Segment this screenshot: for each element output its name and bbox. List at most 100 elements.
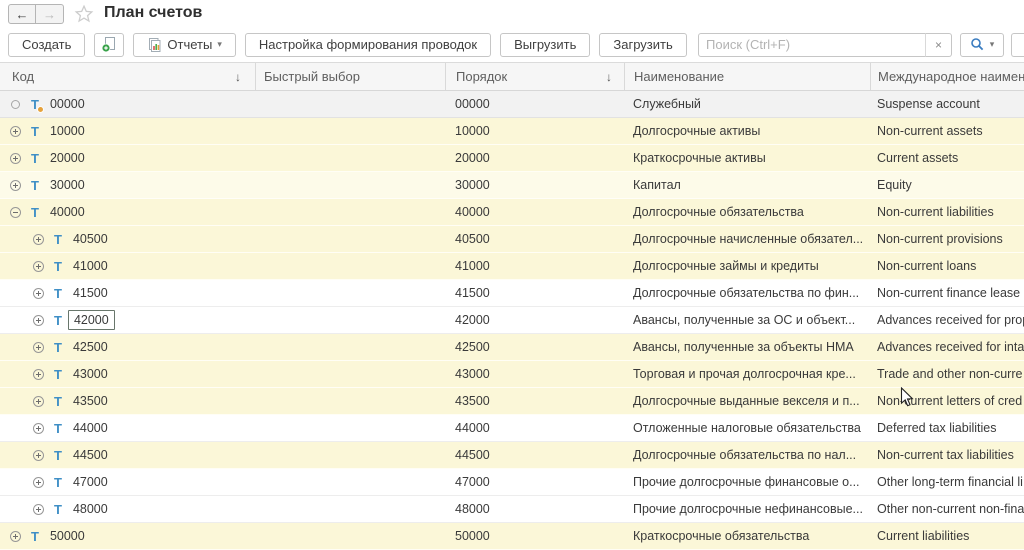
- name-cell[interactable]: Авансы, полученные за ОС и объект...: [624, 307, 870, 333]
- order-cell[interactable]: 40000: [445, 199, 624, 225]
- posting-settings-button[interactable]: Настройка формирования проводок: [245, 33, 491, 57]
- intl-name-cell[interactable]: Advances received for inta: [870, 334, 1024, 360]
- order-cell[interactable]: 10000: [445, 118, 624, 144]
- expand-icon[interactable]: [33, 396, 44, 407]
- order-cell[interactable]: 43000: [445, 361, 624, 387]
- code-cell[interactable]: T43000: [0, 361, 255, 387]
- expand-icon[interactable]: [33, 369, 44, 380]
- export-button[interactable]: Выгрузить: [500, 33, 590, 57]
- quick-select-cell[interactable]: [255, 145, 445, 171]
- table-row[interactable]: T4100041000Долгосрочные займы и кредитыN…: [0, 253, 1024, 280]
- expand-icon[interactable]: [33, 234, 44, 245]
- code-cell[interactable]: T50000: [0, 523, 255, 549]
- create-button[interactable]: Создать: [8, 33, 85, 57]
- intl-name-cell[interactable]: Current assets: [870, 145, 1024, 171]
- intl-name-cell[interactable]: Advances received for prop: [870, 307, 1024, 333]
- order-cell[interactable]: 40500: [445, 226, 624, 252]
- code-cell[interactable]: T48000: [0, 496, 255, 522]
- column-header-order[interactable]: Порядок ↓: [445, 63, 624, 90]
- code-cell[interactable]: T10000: [0, 118, 255, 144]
- intl-name-cell[interactable]: Equity: [870, 172, 1024, 198]
- table-row[interactable]: T43000 43000Торговая и прочая долгосрочна…: [0, 361, 1024, 388]
- quick-select-cell[interactable]: [255, 415, 445, 441]
- column-header-name[interactable]: Наименование: [624, 63, 870, 90]
- code-cell[interactable]: T44500: [0, 442, 255, 468]
- name-cell[interactable]: Долгосрочные обязательства по фин...: [624, 280, 870, 306]
- intl-name-cell[interactable]: Non-current tax liabilities: [870, 442, 1024, 468]
- column-header-code[interactable]: Код ↓: [0, 63, 255, 90]
- table-row[interactable]: T44500 44500Долгосрочные обязательства по…: [0, 442, 1024, 469]
- quick-select-cell[interactable]: [255, 334, 445, 360]
- expand-icon[interactable]: [33, 288, 44, 299]
- table-row[interactable]: T0000000000СлужебныйSuspense account: [0, 91, 1024, 118]
- quick-select-cell[interactable]: [255, 91, 445, 117]
- expand-icon[interactable]: [10, 531, 21, 542]
- quick-select-cell[interactable]: [255, 253, 445, 279]
- code-cell[interactable]: T47000: [0, 469, 255, 495]
- quick-select-cell[interactable]: [255, 496, 445, 522]
- code-cell[interactable]: T40000: [0, 199, 255, 225]
- expand-icon[interactable]: [33, 477, 44, 488]
- expand-icon[interactable]: [33, 261, 44, 272]
- search-clear-button[interactable]: ×: [925, 33, 952, 57]
- table-row[interactable]: T4350043500Долгосрочные выданные векселя…: [0, 388, 1024, 415]
- quick-select-cell[interactable]: [255, 172, 445, 198]
- order-cell[interactable]: 50000: [445, 523, 624, 549]
- code-cell[interactable]: T43500: [0, 388, 255, 414]
- name-cell[interactable]: Прочие долгосрочные нефинансовые...: [624, 496, 870, 522]
- name-cell[interactable]: Отложенные налоговые обязательства: [624, 415, 870, 441]
- table-row[interactable]: T41500 41500Долгосрочные обязательства по…: [0, 280, 1024, 307]
- reports-button[interactable]: Отчеты ▾: [133, 33, 235, 57]
- quick-select-cell[interactable]: [255, 307, 445, 333]
- search-input[interactable]: [698, 33, 926, 57]
- order-cell[interactable]: 43500: [445, 388, 624, 414]
- order-cell[interactable]: 42000: [445, 307, 624, 333]
- code-cell[interactable]: T30000: [0, 172, 255, 198]
- name-cell[interactable]: Краткосрочные обязательства: [624, 523, 870, 549]
- forward-button[interactable]: →: [36, 4, 64, 24]
- quick-select-cell[interactable]: [255, 199, 445, 225]
- more-button-clipped[interactable]: [1011, 33, 1024, 57]
- code-cell[interactable]: T44000: [0, 415, 255, 441]
- intl-name-cell[interactable]: Other non-current non-fina: [870, 496, 1024, 522]
- intl-name-cell[interactable]: Non-current assets: [870, 118, 1024, 144]
- name-cell[interactable]: Торговая и прочая долгосрочная кре...: [624, 361, 870, 387]
- intl-name-cell[interactable]: Other long-term financial li: [870, 469, 1024, 495]
- table-row[interactable]: T4050040500Долгосрочные начисленные обяз…: [0, 226, 1024, 253]
- import-button[interactable]: Загрузить: [599, 33, 686, 57]
- expand-icon[interactable]: [10, 126, 21, 137]
- order-cell[interactable]: 20000: [445, 145, 624, 171]
- intl-name-cell[interactable]: Non-current liabilities: [870, 199, 1024, 225]
- name-cell[interactable]: Долгосрочные начисленные обязател...: [624, 226, 870, 252]
- intl-name-cell[interactable]: Current liabilities: [870, 523, 1024, 549]
- order-cell[interactable]: 00000: [445, 91, 624, 117]
- column-header-quick-select[interactable]: Быстрый выбор: [255, 63, 445, 90]
- code-cell[interactable]: T20000: [0, 145, 255, 171]
- intl-name-cell[interactable]: Non-current letters of cred: [870, 388, 1024, 414]
- expand-icon[interactable]: [33, 504, 44, 515]
- quick-select-cell[interactable]: [255, 442, 445, 468]
- name-cell[interactable]: Прочие долгосрочные финансовые о...: [624, 469, 870, 495]
- table-row[interactable]: T1000010000Долгосрочные активыNon-curren…: [0, 118, 1024, 145]
- table-row[interactable]: T50000 50000Краткосрочные обязательстваCu…: [0, 523, 1024, 550]
- name-cell[interactable]: Долгосрочные займы и кредиты: [624, 253, 870, 279]
- code-cell[interactable]: T42000: [0, 307, 255, 333]
- name-cell[interactable]: Капитал: [624, 172, 870, 198]
- code-cell[interactable]: T41500: [0, 280, 255, 306]
- table-row[interactable]: T4250042500Авансы, полученные за объекты…: [0, 334, 1024, 361]
- intl-name-cell[interactable]: Trade and other non-curre: [870, 361, 1024, 387]
- table-row[interactable]: T4700047000Прочие долгосрочные финансовы…: [0, 469, 1024, 496]
- expand-icon[interactable]: [33, 423, 44, 434]
- create-group-button[interactable]: [94, 33, 124, 57]
- intl-name-cell[interactable]: Suspense account: [870, 91, 1024, 117]
- name-cell[interactable]: Служебный: [624, 91, 870, 117]
- intl-name-cell[interactable]: Non-current provisions: [870, 226, 1024, 252]
- order-cell[interactable]: 44500: [445, 442, 624, 468]
- name-cell[interactable]: Долгосрочные обязательства по нал...: [624, 442, 870, 468]
- expand-icon[interactable]: [33, 450, 44, 461]
- order-cell[interactable]: 41500: [445, 280, 624, 306]
- table-row[interactable]: T4800048000Прочие долгосрочные нефинансо…: [0, 496, 1024, 523]
- name-cell[interactable]: Авансы, полученные за объекты НМА: [624, 334, 870, 360]
- back-button[interactable]: ←: [8, 4, 36, 24]
- code-cell[interactable]: T42500: [0, 334, 255, 360]
